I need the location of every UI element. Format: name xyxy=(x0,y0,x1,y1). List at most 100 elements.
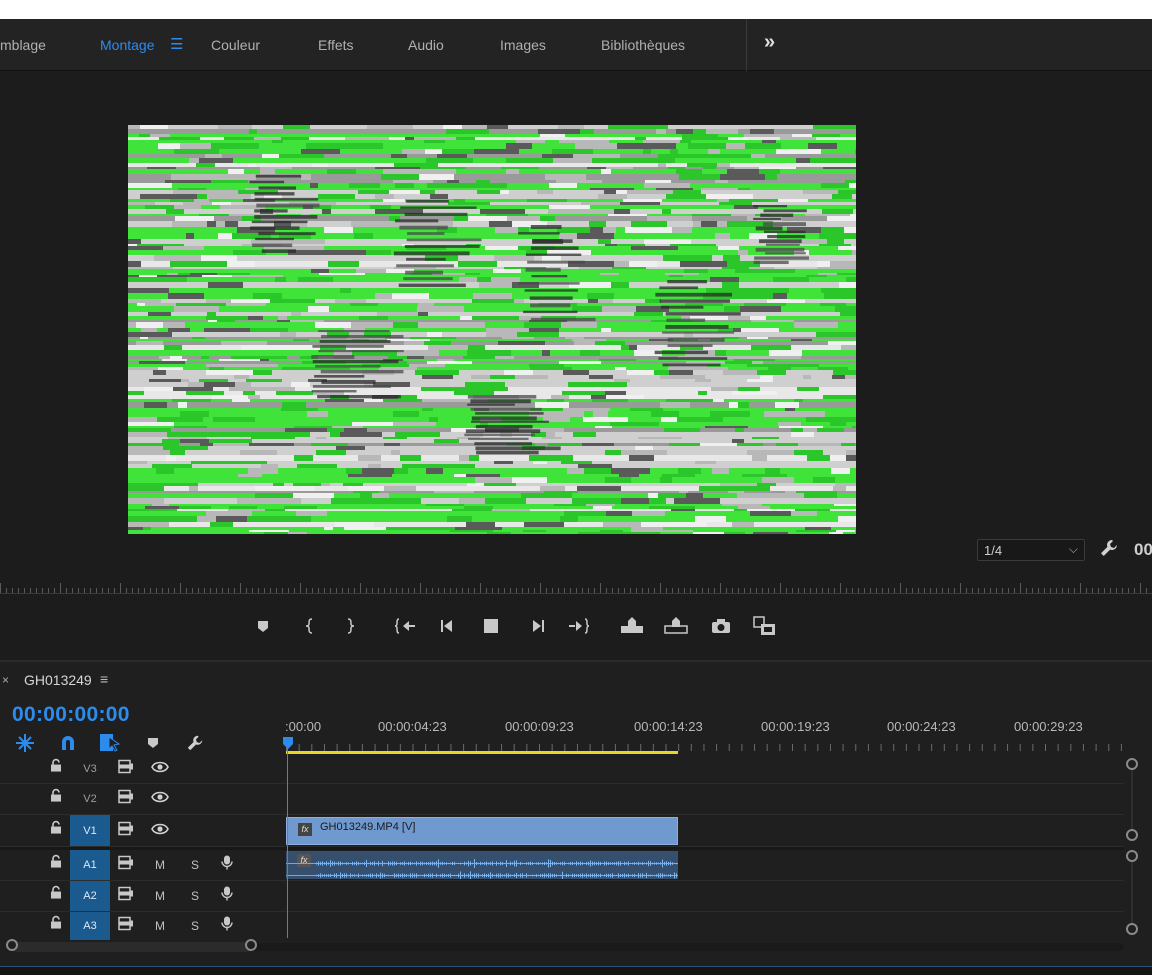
nest-sequence-icon[interactable] xyxy=(13,732,37,754)
track-area[interactable] xyxy=(286,784,1124,814)
microphone-icon[interactable] xyxy=(221,916,233,937)
scroll-handle[interactable] xyxy=(6,939,18,951)
track-target-a3[interactable]: A3 xyxy=(70,912,110,940)
track-area[interactable] xyxy=(286,881,1124,911)
scroll-handle[interactable] xyxy=(1126,923,1138,935)
monitor-time-ruler[interactable] xyxy=(0,577,1152,595)
ruler-label: 00:00:29:23 xyxy=(1014,719,1083,734)
eye-icon[interactable] xyxy=(151,790,169,808)
lock-icon[interactable] xyxy=(50,758,62,777)
track-a3: A3 M S xyxy=(0,912,1124,940)
extract-icon[interactable] xyxy=(662,612,690,640)
clip-name: GH013249.MP4 [V] xyxy=(320,821,416,833)
title-strip xyxy=(0,0,1152,19)
mark-in-icon[interactable] xyxy=(296,612,324,640)
export-frame-icon[interactable] xyxy=(707,612,735,640)
go-to-in-icon[interactable] xyxy=(392,612,420,640)
tab-couleur[interactable]: Couleur xyxy=(211,37,260,53)
step-forward-icon[interactable] xyxy=(523,612,551,640)
tab-effets[interactable]: Effets xyxy=(318,37,354,53)
snap-magnet-icon[interactable] xyxy=(56,732,80,754)
sync-lock-icon[interactable] xyxy=(118,789,134,809)
track-area[interactable]: fx GH013249.MP4 [V] xyxy=(286,815,1124,846)
more-workspaces-icon[interactable]: » xyxy=(764,31,775,54)
mute-button[interactable]: M xyxy=(155,858,165,872)
zoom-level-dropdown[interactable]: 1/4 ⌵ xyxy=(977,539,1085,561)
step-back-icon[interactable] xyxy=(434,612,462,640)
track-header: V1 xyxy=(0,815,284,846)
panel-menu-icon[interactable]: ≡ xyxy=(100,671,108,687)
go-to-out-icon[interactable] xyxy=(565,612,593,640)
timeline-settings-wrench-icon[interactable] xyxy=(183,732,207,754)
mute-button[interactable]: M xyxy=(155,889,165,903)
monitor-timecode: 00 xyxy=(1134,540,1152,559)
tab-images[interactable]: Images xyxy=(500,37,546,53)
scroll-handle[interactable] xyxy=(1126,850,1138,862)
mark-out-icon[interactable] xyxy=(336,612,364,640)
video-vertical-scrollbar[interactable] xyxy=(1131,766,1133,836)
add-marker-icon[interactable] xyxy=(249,612,277,640)
lift-icon[interactable] xyxy=(618,612,646,640)
track-area[interactable] xyxy=(286,912,1124,940)
playhead-handle[interactable] xyxy=(283,737,293,749)
audio-waveform xyxy=(286,859,678,879)
track-target-v2[interactable]: V2 xyxy=(70,784,110,814)
sync-lock-icon[interactable] xyxy=(118,916,134,936)
add-marker-icon[interactable] xyxy=(141,732,165,754)
track-target-v3[interactable]: V3 xyxy=(70,754,110,783)
track-area[interactable]: fx xyxy=(286,850,1124,880)
track-target-v1[interactable]: V1 xyxy=(70,815,110,846)
ruler-label: :00:00 xyxy=(285,719,322,734)
workspace-menu-icon[interactable]: ☰ xyxy=(170,35,183,53)
mute-button[interactable]: M xyxy=(155,919,165,933)
microphone-icon[interactable] xyxy=(221,886,233,907)
track-target-a2[interactable]: A2 xyxy=(70,881,110,911)
sync-lock-icon[interactable] xyxy=(118,821,134,840)
solo-button[interactable]: S xyxy=(191,919,199,933)
track-header: V3 xyxy=(0,754,284,783)
scroll-handle[interactable] xyxy=(245,939,257,951)
lock-icon[interactable] xyxy=(50,885,62,905)
eye-icon[interactable] xyxy=(151,760,169,778)
solo-button[interactable]: S xyxy=(191,858,199,872)
lock-icon[interactable] xyxy=(50,915,62,935)
lock-icon[interactable] xyxy=(50,854,62,874)
sync-lock-icon[interactable] xyxy=(118,855,134,875)
track-area[interactable] xyxy=(286,754,1124,783)
scroll-handle[interactable] xyxy=(1126,758,1138,770)
sequence-tab[interactable]: GH013249 xyxy=(24,672,92,688)
track-v3: V3 xyxy=(0,754,1124,784)
track-v2: V2 xyxy=(0,784,1124,815)
stop-icon[interactable] xyxy=(477,612,505,640)
program-monitor: 1/4 ⌵ 00 xyxy=(0,72,1152,660)
timeline-tools xyxy=(0,732,280,754)
video-clip[interactable]: fx GH013249.MP4 [V] xyxy=(286,817,678,845)
transport-controls xyxy=(0,612,1152,642)
close-sequence-icon[interactable]: × xyxy=(2,673,9,687)
tab-montage[interactable]: Montage xyxy=(100,37,154,53)
horizontal-scroll-thumb[interactable] xyxy=(12,942,252,952)
wrench-icon[interactable] xyxy=(1099,538,1119,563)
tab-bibliotheques[interactable]: Bibliothèques xyxy=(601,37,685,53)
audio-clip[interactable]: fx xyxy=(286,851,678,879)
scroll-handle[interactable] xyxy=(1126,829,1138,841)
lock-icon[interactable] xyxy=(50,820,62,839)
eye-icon[interactable] xyxy=(151,822,169,840)
microphone-icon[interactable] xyxy=(221,855,233,876)
lock-icon[interactable] xyxy=(50,788,62,808)
audio-vertical-scrollbar[interactable] xyxy=(1131,862,1133,928)
track-header: A1 M S xyxy=(0,850,284,880)
track-target-a1[interactable]: A1 xyxy=(70,850,110,880)
playhead-line[interactable] xyxy=(287,748,288,938)
sync-lock-icon[interactable] xyxy=(118,886,134,906)
sync-lock-icon[interactable] xyxy=(118,759,134,778)
solo-button[interactable]: S xyxy=(191,889,199,903)
tab-audio[interactable]: Audio xyxy=(408,37,444,53)
status-bar xyxy=(0,966,1152,975)
tab-assemblage[interactable]: mblage xyxy=(0,37,46,53)
linked-selection-icon[interactable] xyxy=(98,732,122,754)
workspace-divider xyxy=(746,19,747,71)
track-a1: A1 M S fx xyxy=(0,850,1124,881)
compare-view-icon[interactable] xyxy=(751,612,779,640)
timeline-timecode[interactable]: 00:00:00:00 xyxy=(12,703,130,727)
